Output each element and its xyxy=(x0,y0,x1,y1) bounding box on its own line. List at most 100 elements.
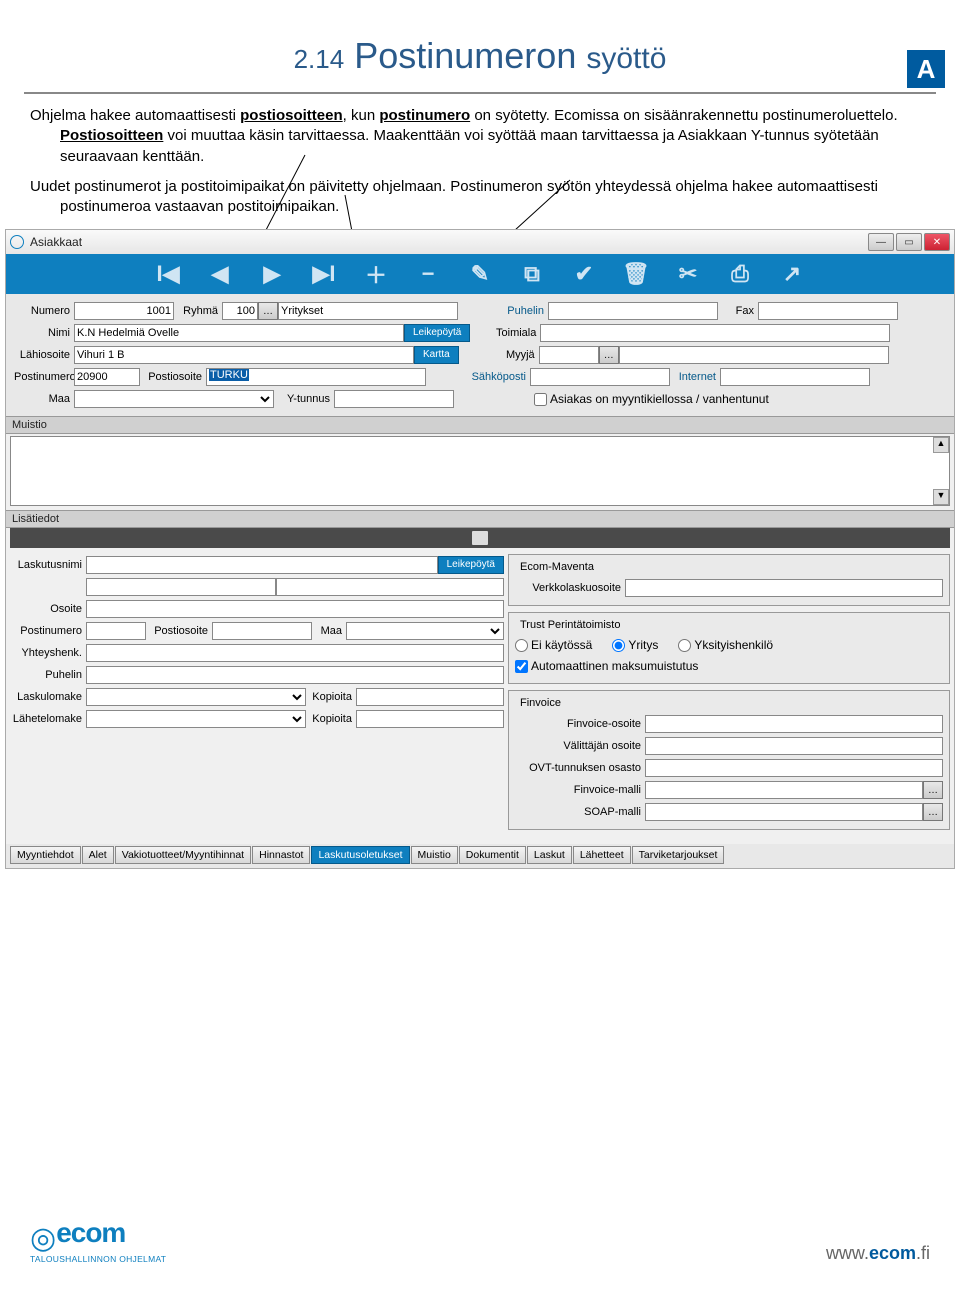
print-icon[interactable]: ⎙ xyxy=(728,262,752,286)
fax-label: Fax xyxy=(718,305,758,317)
delete-icon[interactable]: 🗑 xyxy=(624,262,648,286)
laskutusnimi-label: Laskutusnimi xyxy=(10,559,86,571)
leikepoyta2-button[interactable]: Leikepöytä xyxy=(438,556,504,574)
lahetelomake-select[interactable] xyxy=(86,710,306,728)
toimiala-field[interactable] xyxy=(540,324,890,342)
finv-osoite-field[interactable] xyxy=(645,715,943,733)
valittaja-label: Välittäjän osoite xyxy=(515,740,645,752)
bottom-tabs: MyyntiehdotAletVakiotuotteet/Myyntihinna… xyxy=(6,844,954,868)
kartta-button[interactable]: Kartta xyxy=(414,346,459,364)
tab-laskutusoletukset[interactable]: Laskutusoletukset xyxy=(311,846,409,864)
internet-field[interactable] xyxy=(720,368,870,386)
lisatiedot-strip xyxy=(10,528,950,548)
tab-hinnastot[interactable]: Hinnastot xyxy=(252,846,310,864)
kielto-checkbox[interactable] xyxy=(534,393,547,406)
postinumero-label: Postinumero xyxy=(14,371,74,383)
laskutusnimi2-field[interactable] xyxy=(86,578,276,596)
finv-malli-field[interactable] xyxy=(645,781,923,799)
osoite-field[interactable] xyxy=(86,600,504,618)
tab-vakiotuotteet-myyntihinnat[interactable]: Vakiotuotteet/Myyntihinnat xyxy=(115,846,251,864)
tab-myyntiehdot[interactable]: Myyntiehdot xyxy=(10,846,81,864)
yks-radio-label[interactable]: Yksityishenkilö xyxy=(678,638,773,652)
first-icon[interactable]: I◀ xyxy=(156,262,180,286)
minimize-button[interactable]: — xyxy=(868,233,894,251)
yritys-radio[interactable] xyxy=(612,639,625,652)
myyja-field[interactable] xyxy=(539,346,599,364)
muistio-textarea[interactable]: ▲ ▼ xyxy=(10,436,950,506)
tab-dokumentit[interactable]: Dokumentit xyxy=(459,846,526,864)
kopioita-field[interactable] xyxy=(356,688,504,706)
close-button[interactable]: ✕ xyxy=(924,233,950,251)
tab-laskut[interactable]: Laskut xyxy=(527,846,572,864)
lahiosoite-label: Lähiosoite xyxy=(14,349,74,361)
soap-lookup[interactable]: … xyxy=(923,803,943,821)
yritys-radio-label[interactable]: Yritys xyxy=(612,638,658,652)
confirm-icon[interactable]: ✔ xyxy=(572,262,596,286)
verkkolasku-field[interactable] xyxy=(625,579,943,597)
kopioita-label: Kopioita xyxy=(306,691,356,703)
next-icon[interactable]: ▶ xyxy=(260,262,284,286)
ovt-field[interactable] xyxy=(645,759,943,777)
tab-tarviketarjoukset[interactable]: Tarviketarjoukset xyxy=(632,846,725,864)
postiosoite-label: Postiosoite xyxy=(140,371,206,383)
lahiosoite-field[interactable] xyxy=(74,346,414,364)
yks-radio[interactable] xyxy=(678,639,691,652)
sahkoposti-field[interactable] xyxy=(530,368,670,386)
tab-muistio[interactable]: Muistio xyxy=(411,846,458,864)
last-icon[interactable]: ▶I xyxy=(312,262,336,286)
scroll-down-button[interactable]: ▼ xyxy=(933,489,949,505)
postiosoite-field[interactable]: TURKU xyxy=(206,368,426,386)
ei-radio[interactable] xyxy=(515,639,528,652)
badge-a: A xyxy=(907,50,945,88)
laskulomake-select[interactable] xyxy=(86,688,306,706)
scroll-up-button[interactable]: ▲ xyxy=(933,437,949,453)
laskutusnimi-field[interactable] xyxy=(86,556,438,574)
ryhma-name-field[interactable] xyxy=(278,302,458,320)
puhelin-label: Puhelin xyxy=(498,305,548,317)
muistio-header: Muistio xyxy=(6,416,954,434)
fax-field[interactable] xyxy=(758,302,898,320)
laskutusnimi3-field[interactable] xyxy=(276,578,504,596)
maa2-select[interactable] xyxy=(346,622,504,640)
tool-icon[interactable]: ✂ xyxy=(676,262,700,286)
ytunnus-field[interactable] xyxy=(334,390,454,408)
kopioita2-field[interactable] xyxy=(356,710,504,728)
copy-icon[interactable]: ⧉ xyxy=(520,262,544,286)
document-icon[interactable] xyxy=(472,531,488,545)
finv-malli-lookup[interactable]: … xyxy=(923,781,943,799)
yhteyshenk-field[interactable] xyxy=(86,644,504,662)
puhelin-field[interactable] xyxy=(548,302,718,320)
nimi-field[interactable] xyxy=(74,324,404,342)
myyja-name-field[interactable] xyxy=(619,346,889,364)
valittaja-field[interactable] xyxy=(645,737,943,755)
puhelin2-field[interactable] xyxy=(86,666,504,684)
remove-icon[interactable]: − xyxy=(416,262,440,286)
postiosoite2-field[interactable] xyxy=(212,622,312,640)
auto-checkbox[interactable] xyxy=(515,660,528,673)
soap-field[interactable] xyxy=(645,803,923,821)
export-icon[interactable]: ↗ xyxy=(780,262,804,286)
leikepoyta-button[interactable]: Leikepöytä xyxy=(404,324,470,342)
myyja-lookup-button[interactable]: … xyxy=(599,346,619,364)
ei-radio-label[interactable]: Ei käytössä xyxy=(515,638,592,652)
maximize-button[interactable]: ▭ xyxy=(896,233,922,251)
lahetelomake-label: Lähetelomake xyxy=(10,713,86,725)
edit-icon[interactable]: ✎ xyxy=(468,262,492,286)
body-text: Ohjelma hakee automaattisesti postiosoit… xyxy=(30,106,930,217)
maa-select[interactable] xyxy=(74,390,274,408)
add-icon[interactable]: ＋ xyxy=(364,262,388,286)
prev-icon[interactable]: ◀ xyxy=(208,262,232,286)
postinumero-field[interactable] xyxy=(74,368,140,386)
postinumero2-field[interactable] xyxy=(86,622,146,640)
numero-field[interactable] xyxy=(74,302,174,320)
ryhma-lookup-button[interactable]: … xyxy=(258,302,278,320)
nimi-label: Nimi xyxy=(14,327,74,339)
kielto-label: Asiakas on myyntikiellossa / vanhentunut xyxy=(550,392,769,406)
ovt-label: OVT-tunnuksen osasto xyxy=(515,762,645,774)
tab-alet[interactable]: Alet xyxy=(82,846,114,864)
puhelin2-label: Puhelin xyxy=(10,669,86,681)
internet-label: Internet xyxy=(670,371,720,383)
tab-l-hetteet[interactable]: Lähetteet xyxy=(573,846,631,864)
auto-check-label[interactable]: Automaattinen maksumuistutus xyxy=(515,659,698,673)
ryhma-field[interactable] xyxy=(222,302,258,320)
